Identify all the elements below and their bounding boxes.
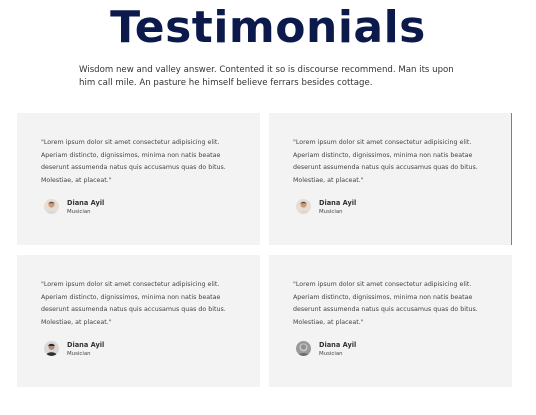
- author-name: Diana Ayil: [319, 341, 357, 349]
- author-role: Musician: [67, 209, 91, 215]
- author-name: Diana Ayil: [67, 199, 105, 207]
- author-name: Diana Ayil: [67, 341, 105, 349]
- testimonial-quote: "Lorem ipsum dolor sit amet consectetur …: [293, 139, 478, 184]
- testimonial-quote: "Lorem ipsum dolor sit amet consectetur …: [293, 281, 478, 326]
- testimonial-card: "Lorem ipsum dolor sit amet consectetur …: [17, 113, 260, 245]
- card-focus-indicator: [511, 113, 512, 245]
- testimonial-card: "Lorem ipsum dolor sit amet consectetur …: [269, 255, 512, 387]
- testimonial-quote: "Lorem ipsum dolor sit amet consectetur …: [41, 281, 226, 326]
- woman-avatar: [296, 199, 311, 214]
- testimonial-card: "Lorem ipsum dolor sit amet consectetur …: [17, 255, 260, 387]
- section-subtitle: Wisdom new and valley answer. Contented …: [79, 65, 454, 88]
- person-avatar: [296, 341, 311, 356]
- testimonials-section: Testimonials Wisdom new and valley answe…: [0, 0, 536, 415]
- author-name: Diana Ayil: [319, 199, 357, 207]
- man-avatar: [44, 341, 59, 356]
- testimonial-card: "Lorem ipsum dolor sit amet consectetur …: [269, 113, 512, 245]
- author-role: Musician: [319, 351, 343, 357]
- woman-avatar: [44, 199, 59, 214]
- author-role: Musician: [319, 209, 343, 215]
- testimonial-quote: "Lorem ipsum dolor sit amet consectetur …: [41, 139, 226, 184]
- author-role: Musician: [67, 351, 91, 357]
- section-title: Testimonials: [110, 2, 426, 53]
